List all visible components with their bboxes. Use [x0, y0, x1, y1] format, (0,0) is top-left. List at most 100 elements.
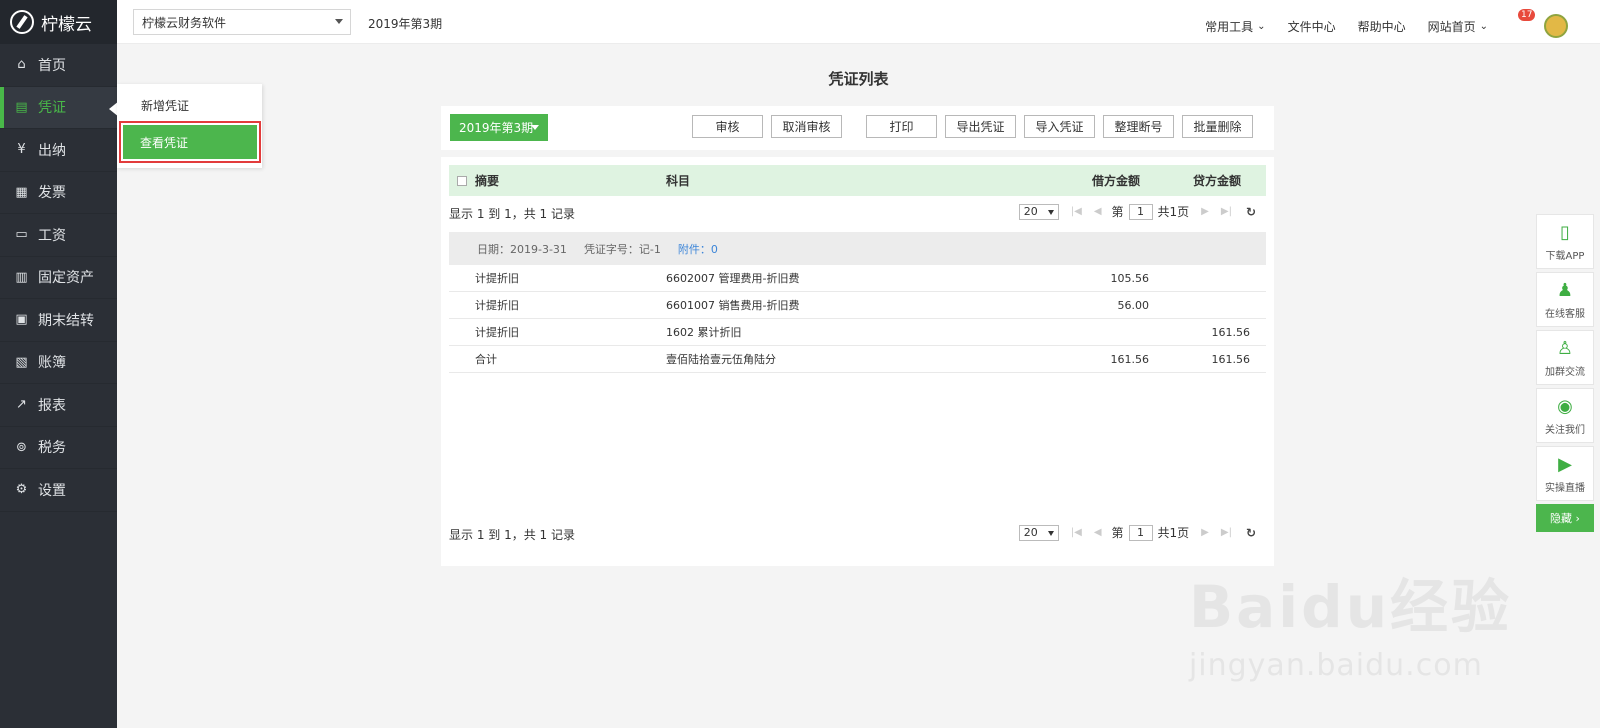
first-page-icon[interactable]: |◀: [1071, 206, 1082, 217]
sidebar-item-reports[interactable]: ↗ 报表: [0, 384, 117, 427]
float-label: 关注我们: [1545, 424, 1585, 436]
page-number-input[interactable]: 1: [1128, 203, 1153, 220]
prev-page-icon[interactable]: ◀: [1094, 206, 1102, 217]
table-row[interactable]: 计提折旧 6601007 销售费用-折旧费 56.00: [449, 292, 1266, 319]
current-period: 2019年第3期: [368, 17, 443, 31]
company-select[interactable]: 柠檬云财务软件: [133, 9, 351, 35]
avatar[interactable]: [1544, 14, 1568, 38]
print-button[interactable]: 打印: [866, 115, 937, 138]
sidebar-item-ledger[interactable]: ▧ 账簿: [0, 342, 117, 384]
sidebar-item-invoice[interactable]: ▦ 发票: [0, 172, 117, 214]
voucher-submenu: 新增凭证 查看凭证: [117, 84, 262, 168]
select-all-checkbox[interactable]: [457, 175, 467, 186]
table-row[interactable]: 合计 壹佰陆拾壹元伍角陆分 161.56 161.56: [449, 346, 1266, 373]
float-label: 加群交流: [1545, 366, 1585, 378]
next-page-icon[interactable]: ▶: [1201, 527, 1209, 538]
ledger-icon: ▧: [15, 354, 28, 370]
submenu-view-voucher[interactable]: 查看凭证: [119, 121, 261, 163]
help-center-link[interactable]: 帮助中心: [1358, 18, 1406, 35]
sidebar-item-label: 凭证: [38, 100, 66, 117]
row-debit: 105.56: [1110, 271, 1150, 285]
chevron-down-icon: ⌄: [1479, 20, 1488, 32]
file-center-link[interactable]: 文件中心: [1288, 18, 1336, 35]
row-debit: 161.56: [1110, 352, 1150, 366]
row-summary: 合计: [475, 353, 497, 366]
renumber-button[interactable]: 整理断号: [1103, 115, 1174, 138]
page-number-input[interactable]: 1: [1128, 524, 1153, 541]
floating-tools: ▯ 下载APP ♟ 在线客服 ♙ 加群交流 ◉ 关注我们 ▶ 实操直播 隐藏 ›: [1536, 214, 1594, 532]
voucher-number[interactable]: 凭证字号：记-1: [584, 241, 661, 257]
voucher-attachments[interactable]: 附件：0: [678, 241, 718, 257]
batch-delete-button[interactable]: 批量删除: [1182, 115, 1253, 138]
prev-page-icon[interactable]: ◀: [1094, 527, 1102, 538]
period-button-label: 2019年第3期: [459, 121, 534, 135]
watermark-line1: Baidu经验: [1188, 573, 1512, 641]
toolbar: 2019年第3期 审核 取消审核 打印 导出凭证 导入凭证 整理断号 批量删除: [441, 106, 1274, 150]
refresh-icon[interactable]: ↻: [1246, 526, 1256, 540]
fixed-assets-icon: ▥: [15, 269, 28, 285]
refresh-icon[interactable]: ↻: [1246, 205, 1256, 219]
row-account: 1602 累计折旧: [666, 326, 742, 339]
notification-bell-icon[interactable]: 17: [1510, 9, 1536, 35]
caret-down-icon: [1047, 209, 1054, 215]
voucher-date: 日期：2019-3-31: [477, 242, 567, 256]
tools-menu[interactable]: 常用工具 ⌄: [1205, 18, 1265, 35]
chevron-down-icon: [335, 19, 343, 24]
notification-badge: 17: [1518, 9, 1536, 21]
brand-logo[interactable]: 柠檬云: [0, 0, 117, 44]
next-page-icon[interactable]: ▶: [1201, 206, 1209, 217]
float-online-service-button[interactable]: ♟ 在线客服: [1536, 272, 1594, 327]
float-label: 实操直播: [1545, 482, 1585, 494]
submenu-add-voucher[interactable]: 新增凭证: [117, 84, 262, 126]
payroll-icon: ▭: [15, 227, 28, 243]
float-join-group-button[interactable]: ♙ 加群交流: [1536, 330, 1594, 385]
hide-floating-tools-button[interactable]: 隐藏 ›: [1536, 504, 1594, 532]
sidebar-item-fixed-assets[interactable]: ▥ 固定资产: [0, 257, 117, 299]
brand-name: 柠檬云: [41, 14, 92, 35]
float-live-demo-button[interactable]: ▶ 实操直播: [1536, 446, 1594, 501]
tax-icon: ⊚: [16, 439, 27, 455]
sidebar-item-payroll[interactable]: ▭ 工资: [0, 214, 117, 257]
row-account: 6602007 管理费用-折旧费: [666, 272, 800, 285]
row-summary: 计提折旧: [475, 299, 519, 312]
last-page-icon[interactable]: ▶|: [1221, 527, 1232, 538]
cancel-audit-button[interactable]: 取消审核: [771, 115, 842, 138]
row-account: 壹佰陆拾壹元伍角陆分: [666, 353, 776, 366]
total-pages: 共1页: [1157, 526, 1190, 540]
sidebar-item-home[interactable]: ⌂ 首页: [0, 44, 117, 87]
website-home-menu[interactable]: 网站首页 ⌄: [1428, 18, 1488, 35]
sidebar-item-period-closing[interactable]: ▣ 期末结转: [0, 299, 117, 342]
chevron-down-icon: ⌄: [1257, 20, 1266, 32]
voucher-header: 日期：2019-3-31 凭证字号：记-1 附件：0: [449, 232, 1266, 265]
caret-down-icon: [531, 125, 539, 130]
pager-bottom: 显示 1 到 1，共 1 记录 20 |◀ ◀ 第 1 共1页 ▶ ▶| ↻: [449, 523, 1266, 545]
float-follow-us-button[interactable]: ◉ 关注我们: [1536, 388, 1594, 443]
lemon-logo-icon: [10, 10, 34, 34]
export-voucher-button[interactable]: 导出凭证: [945, 115, 1016, 138]
tools-menu-label: 常用工具: [1205, 19, 1254, 34]
sidebar-item-voucher[interactable]: ▤ 凭证: [0, 86, 119, 129]
first-page-icon[interactable]: |◀: [1071, 527, 1082, 538]
table-row[interactable]: 计提折旧 1602 累计折旧 161.56: [449, 319, 1266, 346]
table-row[interactable]: 计提折旧 6602007 管理费用-折旧费 105.56: [449, 265, 1266, 292]
sidebar-item-label: 报表: [38, 397, 66, 414]
home-icon: ⌂: [17, 57, 26, 73]
page-size-select[interactable]: 20: [1018, 524, 1059, 541]
page-size-value: 20: [1023, 205, 1038, 218]
import-voucher-button[interactable]: 导入凭证: [1024, 115, 1095, 138]
row-credit: 161.56: [1211, 352, 1251, 366]
last-page-icon[interactable]: ▶|: [1221, 206, 1232, 217]
period-select-button[interactable]: 2019年第3期: [450, 114, 548, 141]
audit-button[interactable]: 审核: [692, 115, 763, 138]
row-debit: 56.00: [1117, 298, 1150, 312]
live-demo-icon: ▶: [1558, 453, 1572, 475]
sidebar-item-label: 首页: [38, 57, 66, 74]
sidebar-item-settings[interactable]: ⚙ 设置: [0, 469, 117, 512]
sidebar-item-label: 设置: [38, 482, 66, 499]
sidebar-item-label: 出纳: [38, 142, 66, 159]
page-size-select[interactable]: 20: [1018, 203, 1059, 220]
sidebar-item-cashier[interactable]: ¥ 出纳: [0, 129, 117, 172]
float-download-app-button[interactable]: ▯ 下载APP: [1536, 214, 1594, 269]
baidu-watermark: Baidu经验 jingyan.baidu.com: [1189, 560, 1512, 683]
sidebar-item-tax[interactable]: ⊚ 税务: [0, 427, 117, 469]
